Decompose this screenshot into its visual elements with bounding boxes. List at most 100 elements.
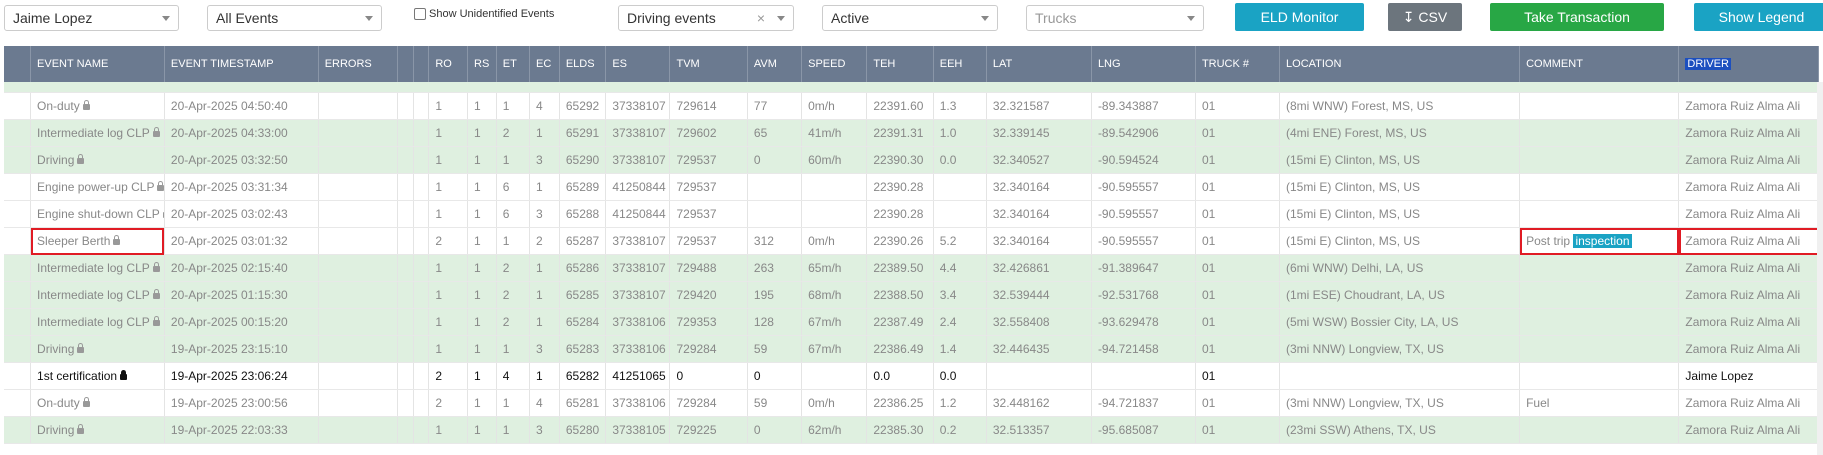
table-cell [4, 82, 1819, 93]
table-cell: 4 [529, 92, 560, 120]
table-cell: Zamora Ruiz Alma Ali [1678, 92, 1819, 120]
column-header[interactable]: ET [496, 46, 530, 82]
vertical-scrollbar[interactable] [1817, 82, 1823, 455]
table-row[interactable]: Intermediate log CLP 20-Apr-2025 01:15:30… [4, 281, 1819, 309]
table-cell: 65283 [559, 335, 607, 363]
table-cell [4, 92, 32, 120]
table-cell [318, 281, 399, 309]
column-header[interactable]: LAT [986, 46, 1092, 82]
table-cell: (1mi ESE) Choudrant, LA, US [1279, 281, 1521, 309]
column-header[interactable]: TVM [669, 46, 748, 82]
table-row[interactable]: Intermediate log CLP 20-Apr-2025 00:15:20… [4, 308, 1819, 336]
driver-select[interactable]: Jaime Lopez [4, 5, 179, 31]
column-header[interactable]: EVENT NAME [30, 46, 165, 82]
column-header[interactable] [4, 46, 32, 82]
chevron-down-icon [365, 16, 373, 21]
table-cell: Zamora Ruiz Alma Ali [1678, 173, 1819, 201]
events-table: EVENT NAME EVENT TIMESTAMP ERRORS RO RS ET EC E… [4, 46, 1819, 444]
table-cell [397, 146, 414, 174]
column-header[interactable]: RO [428, 46, 469, 82]
table-cell: 01 [1195, 200, 1281, 228]
column-header[interactable]: EC [529, 46, 560, 82]
table-cell: 32.340164 [986, 173, 1092, 201]
table-row[interactable]: 1st certification 19-Apr-2025 23:06:24 2 1 4… [4, 362, 1819, 390]
eld-monitor-button[interactable]: ELD Monitor [1235, 3, 1364, 31]
column-header[interactable]: COMMENT [1519, 46, 1680, 82]
table-cell: (15mi E) Clinton, MS, US [1279, 200, 1521, 228]
table-row[interactable]: Sleeper Berth 20-Apr-2025 03:01:32 2 1 1 2 652… [4, 227, 1819, 255]
column-header[interactable] [397, 46, 414, 82]
table-row[interactable]: Driving 20-Apr-2025 03:32:50 1 1 1 3 65290 3733… [4, 146, 1819, 174]
table-cell: 01 [1195, 146, 1281, 174]
event-name: Engine shut-down CLP [37, 207, 160, 221]
table-cell [413, 146, 430, 174]
table-cell: On-duty [30, 389, 165, 417]
table-cell [318, 362, 399, 390]
table-cell: 0 [747, 362, 803, 390]
column-header[interactable]: EEH [933, 46, 987, 82]
table-cell: 729225 [669, 416, 748, 444]
table-cell: 41250844 [605, 173, 671, 201]
table-cell: Zamora Ruiz Alma Ali [1678, 281, 1819, 309]
take-transaction-button[interactable]: Take Transaction [1490, 3, 1664, 31]
table-cell: 2 [428, 227, 469, 255]
clear-icon[interactable]: × [757, 6, 765, 30]
csv-button[interactable]: ↧ CSV [1388, 3, 1462, 31]
column-header[interactable]: ERRORS [318, 46, 399, 82]
column-header[interactable] [413, 46, 430, 82]
table-cell [397, 254, 414, 282]
column-header[interactable]: RS [467, 46, 497, 82]
table-cell: 20-Apr-2025 01:15:30 [164, 281, 319, 309]
column-header[interactable]: TRUCK # [1195, 46, 1281, 82]
table-cell: 22387.49 [866, 308, 934, 336]
table-row[interactable]: Engine power-up CLP 20-Apr-2025 03:31:34 1… [4, 173, 1819, 201]
table-cell: 37338105 [605, 416, 671, 444]
table-cell: -90.595557 [1091, 200, 1196, 228]
table-cell [986, 362, 1092, 390]
event-name: Intermediate log CLP [37, 288, 150, 302]
table-cell: 729537 [669, 227, 748, 255]
table-row[interactable]: Intermediate log CLP 20-Apr-2025 04:33:00… [4, 119, 1819, 147]
column-header[interactable]: ES [605, 46, 671, 82]
table-cell [413, 254, 430, 282]
event-name: Driving [37, 153, 75, 167]
table-row[interactable]: Intermediate log CLP 20-Apr-2025 02:15:40… [4, 254, 1819, 282]
table-cell [397, 92, 414, 120]
table-row[interactable]: On-duty 19-Apr-2025 23:00:56 2 1 1 4 65281 3733… [4, 389, 1819, 417]
table-cell: 65m/h [801, 254, 868, 282]
table-cell: 19-Apr-2025 23:00:56 [164, 389, 319, 417]
checkbox-icon[interactable] [414, 8, 426, 20]
show-legend-button[interactable]: Show Legend [1694, 3, 1823, 31]
table-row[interactable]: Driving 19-Apr-2025 23:15:10 1 1 1 3 65283 3733… [4, 335, 1819, 363]
table-cell: 37338107 [605, 119, 671, 147]
trucks-select[interactable]: Trucks [1026, 5, 1204, 31]
table-cell [4, 173, 32, 201]
table-cell: -90.595557 [1091, 227, 1196, 255]
table-cell [413, 200, 430, 228]
table-row[interactable]: Driving 19-Apr-2025 22:03:33 1 1 1 3 65280 3733… [4, 416, 1819, 444]
table-cell: 0 [747, 146, 803, 174]
show-unidentified-checkbox[interactable]: Show Unidentified Events [414, 8, 554, 20]
column-header[interactable]: AVM [747, 46, 803, 82]
events-filter-select[interactable]: All Events [207, 5, 382, 31]
table-cell: 729537 [669, 200, 748, 228]
table-row[interactable]: On-duty 20-Apr-2025 04:50:40 1 1 1 4 65292 3733… [4, 92, 1819, 120]
table-cell: 4.4 [933, 254, 987, 282]
column-header[interactable]: LNG [1091, 46, 1196, 82]
table-cell: 22390.30 [866, 146, 934, 174]
status-select[interactable]: Active [822, 5, 998, 31]
table-row[interactable]: Engine shut-down CLP 20-Apr-2025 03:02:43… [4, 200, 1819, 228]
table-cell: 3 [529, 416, 560, 444]
table-cell: 1 [529, 173, 560, 201]
column-header[interactable]: LOCATION [1279, 46, 1521, 82]
column-header[interactable]: ELDS [559, 46, 607, 82]
table-cell: 0m/h [801, 227, 868, 255]
table-cell: 20-Apr-2025 04:50:40 [164, 92, 319, 120]
event-type-select[interactable]: Driving events × [618, 5, 794, 31]
table-cell: 01 [1195, 281, 1281, 309]
column-header[interactable]: DRIVER [1678, 46, 1819, 82]
column-header[interactable]: SPEED [801, 46, 868, 82]
table-cell: Zamora Ruiz Alma Ali [1678, 200, 1819, 228]
column-header[interactable]: TEH [866, 46, 934, 82]
column-header[interactable]: EVENT TIMESTAMP [164, 46, 319, 82]
